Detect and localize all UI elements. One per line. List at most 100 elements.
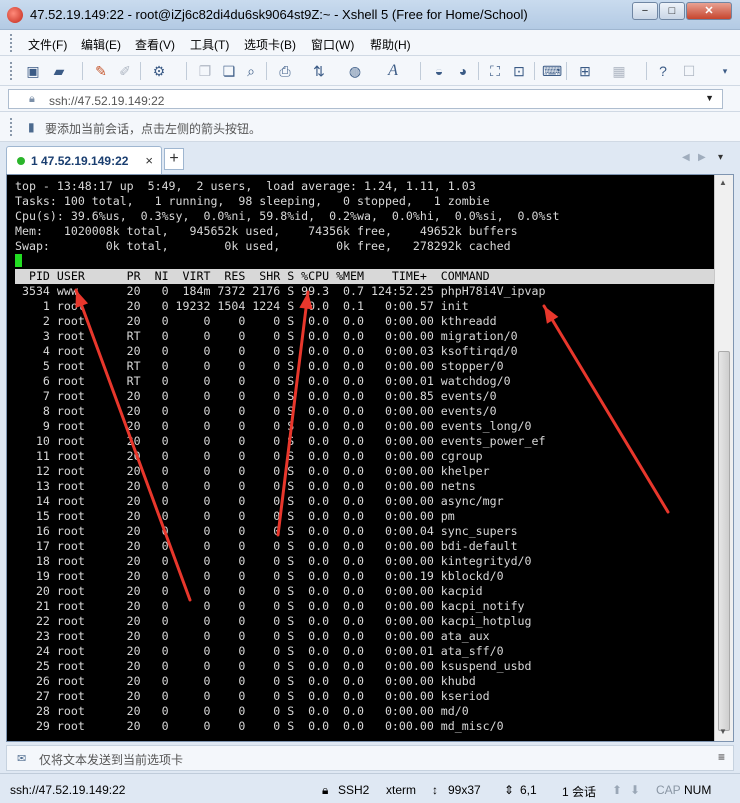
xshell-app-icon[interactable] xyxy=(7,7,23,23)
process-row: 10 root 20 0 0 0 0 S 0.0 0.0 0:00.00 eve… xyxy=(15,434,546,448)
process-table-header: PID USER PR NI VIRT RES SHR S %CPU %MEM … xyxy=(15,269,715,284)
disconnect-icon[interactable]: ✐ xyxy=(116,62,134,80)
terminal-cursor-line xyxy=(15,254,715,269)
process-row: 21 root 20 0 0 0 0 S 0.0 0.0 0:00.00 kac… xyxy=(15,599,525,613)
menu-view[interactable]: 查看(V) xyxy=(135,36,175,53)
session-up-icon[interactable]: ⬆ xyxy=(612,783,622,797)
address-input[interactable]: 🔒︎ ssh://47.52.19.149:22 ▼ xyxy=(8,89,723,109)
fullscreen-icon[interactable]: ⛶ xyxy=(486,62,504,80)
open-folder-icon[interactable]: ▰ xyxy=(50,62,68,80)
compose-bar[interactable]: ✉ 仅将文本发送到当前选项卡 ≡ xyxy=(6,745,734,771)
layout-icon[interactable]: ▦ xyxy=(610,62,628,80)
scrollbar-thumb[interactable] xyxy=(718,351,730,731)
process-row: 13 root 20 0 0 0 0 S 0.0 0.0 0:00.00 net… xyxy=(15,479,476,493)
compose-icon[interactable]: ✉ xyxy=(17,752,31,765)
reconnect-icon[interactable]: ✎ xyxy=(92,62,110,80)
terminal-summary-line: Cpu(s): 39.6%us, 0.3%sy, 0.0%ni, 59.8%id… xyxy=(15,209,560,223)
new-session-icon[interactable]: ▣ xyxy=(24,62,42,80)
maximize-button[interactable]: □ xyxy=(659,2,685,20)
terminal-pane[interactable]: top - 13:48:17 up 5:49, 2 users, load av… xyxy=(6,174,734,742)
tab-bar: 1 47.52.19.149:22 × + ◀ ▶ ▾ xyxy=(0,142,740,174)
lock-icon[interactable]: ⊡ xyxy=(510,62,528,80)
tab-close-button[interactable]: × xyxy=(145,153,153,168)
toolbar-separator xyxy=(534,62,535,80)
toolbar-separator xyxy=(266,62,267,80)
status-lock-icon: 🔒︎ xyxy=(322,783,329,797)
process-row: 11 root 20 0 0 0 0 S 0.0 0.0 0:00.00 cgr… xyxy=(15,449,483,463)
resize-icon: ↕ xyxy=(432,783,438,797)
tab-next-icon[interactable]: ▶ xyxy=(698,152,706,163)
bookmark-arrow-icon[interactable]: ▮ xyxy=(28,120,40,134)
toolbar-overflow-icon[interactable]: ▾ xyxy=(716,62,734,80)
connected-status-icon xyxy=(17,157,25,165)
process-row: 19 root 20 0 0 0 0 S 0.0 0.0 0:00.19 kbl… xyxy=(15,569,504,583)
paste-icon[interactable]: ❏ xyxy=(220,62,238,80)
process-row: 23 root 20 0 0 0 0 S 0.0 0.0 0:00.00 ata… xyxy=(15,629,490,643)
status-bar: ssh://47.52.19.149:22 🔒︎ SSH2 xterm ↕ 99… xyxy=(0,773,740,803)
terminal-scrollbar[interactable]: ▲ ▼ xyxy=(714,175,733,741)
toolbar-grip[interactable] xyxy=(10,62,15,80)
keyboard-icon[interactable]: ⌨ xyxy=(542,62,562,80)
transfer-icon[interactable]: ⇅ xyxy=(310,62,328,80)
tab-session-1[interactable]: 1 47.52.19.149:22 × xyxy=(6,146,162,174)
process-row: 28 root 20 0 0 0 0 S 0.0 0.0 0:00.00 md/… xyxy=(15,704,469,718)
terminal-output[interactable]: top - 13:48:17 up 5:49, 2 users, load av… xyxy=(15,179,715,739)
process-row: 15 root 20 0 0 0 0 S 0.0 0.0 0:00.00 pm xyxy=(15,509,455,523)
process-row: 25 root 20 0 0 0 0 S 0.0 0.0 0:00.00 ksu… xyxy=(15,659,532,673)
menu-help[interactable]: 帮助(H) xyxy=(370,36,411,53)
find-icon[interactable]: ⌕ xyxy=(242,62,260,80)
scroll-up-icon[interactable]: ▲ xyxy=(719,178,727,187)
minimize-button[interactable]: − xyxy=(632,2,658,20)
session-hint-bar: ▮ 要添加当前会话，点击左侧的箭头按钮。 xyxy=(0,112,740,142)
compose-bar-text: 仅将文本发送到当前选项卡 xyxy=(39,753,184,767)
terminal-summary-line: Swap: 0k total, 0k used, 0k free, 278292… xyxy=(15,239,511,253)
close-button[interactable]: ✕ xyxy=(686,2,732,20)
tab-label: 1 47.52.19.149:22 xyxy=(31,154,129,168)
terminal-summary-line: top - 13:48:17 up 5:49, 2 users, load av… xyxy=(15,179,476,193)
chat-icon[interactable]: ☐ xyxy=(680,62,698,80)
properties-icon[interactable]: ⚙ xyxy=(150,62,168,80)
new-tab-icon[interactable]: ⊞ xyxy=(576,62,594,80)
tab-prev-icon[interactable]: ◀ xyxy=(682,152,690,163)
toolbar-separator xyxy=(186,62,187,80)
status-num: NUM xyxy=(684,783,712,797)
process-row: 3 root RT 0 0 0 0 S 0.0 0.0 0:00.00 migr… xyxy=(15,329,518,343)
copy-icon[interactable]: ❐ xyxy=(196,62,214,80)
xmanager-icon[interactable]: ◕ xyxy=(454,62,472,80)
menu-window[interactable]: 窗口(W) xyxy=(311,36,354,53)
menu-grip[interactable] xyxy=(10,34,15,52)
menu-tabs[interactable]: 选项卡(B) xyxy=(244,36,296,53)
process-row: 27 root 20 0 0 0 0 S 0.0 0.0 0:00.00 kse… xyxy=(15,689,490,703)
status-protocol: SSH2 xyxy=(338,783,370,797)
help-icon[interactable]: ? xyxy=(654,62,672,80)
menu-file[interactable]: 文件(F) xyxy=(28,36,67,53)
toolbar-separator xyxy=(566,62,567,80)
process-row: 18 root 20 0 0 0 0 S 0.0 0.0 0:00.00 kin… xyxy=(15,554,532,568)
compose-menu-icon[interactable]: ≡ xyxy=(718,750,725,764)
globe-icon[interactable]: ◍ xyxy=(346,62,364,80)
toolbar-separator xyxy=(140,62,141,80)
process-row: 8 root 20 0 0 0 0 S 0.0 0.0 0:00.00 even… xyxy=(15,404,497,418)
chevron-down-icon[interactable]: ▼ xyxy=(705,93,714,103)
process-row: 5 root RT 0 0 0 0 S 0.0 0.0 0:00.00 stop… xyxy=(15,359,504,373)
new-tab-button[interactable]: + xyxy=(164,148,184,170)
tab-list-icon[interactable]: ▾ xyxy=(718,152,723,163)
process-row: 2 root 20 0 0 0 0 S 0.0 0.0 0:00.00 kthr… xyxy=(15,314,497,328)
scroll-down-icon[interactable]: ▼ xyxy=(719,727,727,736)
session-down-icon[interactable]: ⬇ xyxy=(630,783,640,797)
font-icon[interactable]: A xyxy=(384,62,402,80)
hint-grip[interactable] xyxy=(10,118,15,136)
status-cap: CAP xyxy=(656,783,681,797)
toolbar-separator xyxy=(420,62,421,80)
process-row: 26 root 20 0 0 0 0 S 0.0 0.0 0:00.00 khu… xyxy=(15,674,476,688)
address-value: ssh://47.52.19.149:22 xyxy=(49,94,165,108)
address-bar: 🔒︎ ssh://47.52.19.149:22 ▼ xyxy=(0,86,740,112)
status-cursor: 6,1 xyxy=(520,783,537,797)
menu-edit[interactable]: 编辑(E) xyxy=(81,36,121,53)
process-row: 20 root 20 0 0 0 0 S 0.0 0.0 0:00.00 kac… xyxy=(15,584,483,598)
terminal-summary-line: Mem: 1020008k total, 945652k used, 74356… xyxy=(15,224,518,238)
menu-tools[interactable]: 工具(T) xyxy=(190,36,229,53)
xftp-icon[interactable]: ◒ xyxy=(430,62,448,80)
print-icon[interactable]: ⎙ xyxy=(276,62,294,80)
process-row: 4 root 20 0 0 0 0 S 0.0 0.0 0:00.03 ksof… xyxy=(15,344,518,358)
